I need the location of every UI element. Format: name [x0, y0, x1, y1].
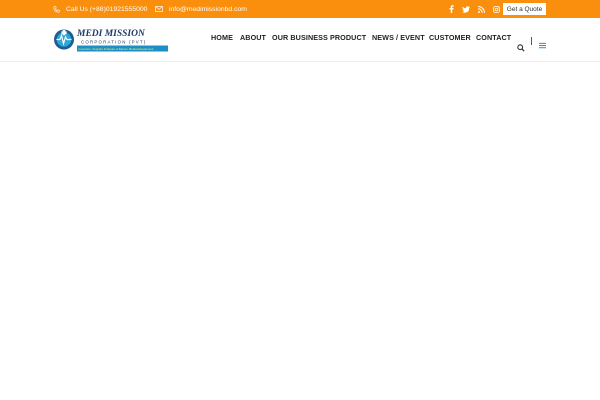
envelope-icon: [155, 6, 163, 12]
nav-home[interactable]: HOME: [211, 33, 233, 42]
instagram-icon[interactable]: [492, 5, 500, 13]
site-header: MEDI MISSION CORPORATION (PVT) Importers…: [0, 18, 600, 62]
social-links: [447, 0, 500, 18]
site-logo[interactable]: MEDI MISSION CORPORATION (PVT) Importers…: [53, 26, 169, 53]
facebook-icon[interactable]: [447, 5, 455, 13]
nav-product[interactable]: PRODUCT: [330, 33, 366, 42]
header-divider: [531, 37, 532, 45]
contact-phone[interactable]: Call Us (+88)01921555000: [53, 0, 147, 18]
nav-news-event[interactable]: NEWS / EVENT: [372, 33, 425, 42]
page-content-area: [0, 62, 600, 400]
menu-icon[interactable]: [539, 36, 546, 49]
get-quote-button[interactable]: Get a Quote: [503, 3, 546, 15]
nav-about[interactable]: ABOUT: [240, 33, 266, 42]
search-icon[interactable]: [517, 39, 525, 52]
top-bar: Call Us (+88)01921555000 info@medimissio…: [0, 0, 600, 18]
nav-contact[interactable]: CONTACT: [476, 33, 511, 42]
contact-phone-text: Call Us (+88)01921555000: [66, 5, 148, 13]
logo-subtitle: CORPORATION (PVT): [81, 39, 146, 44]
rss-icon[interactable]: [477, 5, 485, 13]
nav-our-business[interactable]: OUR BUSINESS: [272, 33, 328, 42]
logo-tagline: Importers, Supplier & Repair of Electro …: [79, 47, 154, 51]
contact-email-text: info@medimissionbd.com: [169, 5, 247, 13]
logo-title: MEDI MISSION: [76, 29, 146, 39]
twitter-icon[interactable]: [462, 5, 470, 13]
contact-email[interactable]: info@medimissionbd.com: [155, 0, 247, 18]
nav-customer[interactable]: CUSTOMER: [429, 33, 471, 42]
phone-icon: [53, 5, 60, 13]
